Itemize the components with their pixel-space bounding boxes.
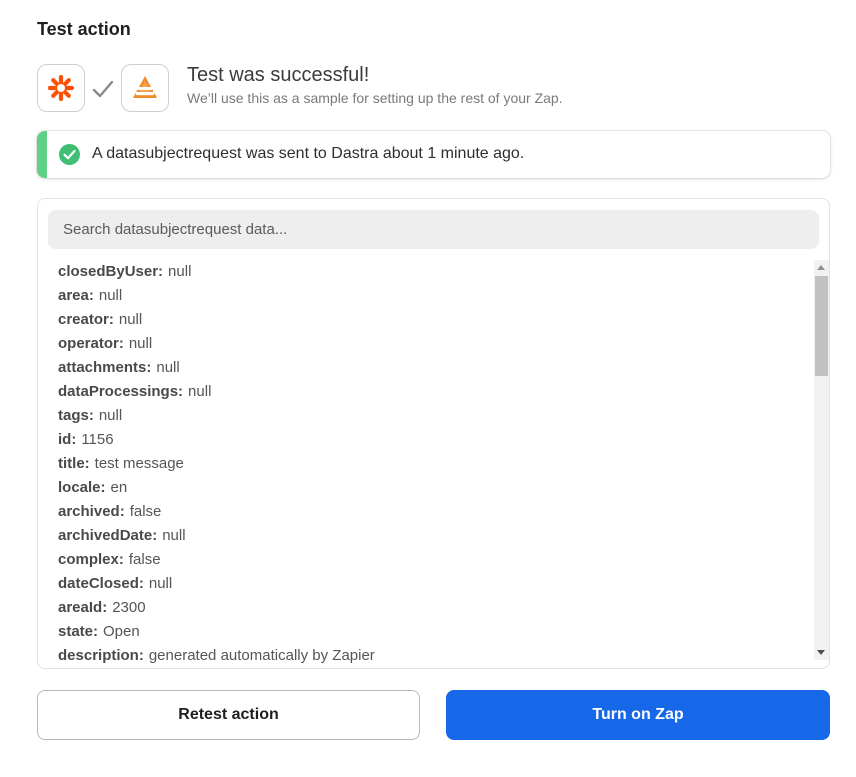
field-value: Open xyxy=(103,623,140,640)
sample-data-panel: closedByUser:nullarea:nullcreator:nullop… xyxy=(37,198,830,669)
field-value: 1156 xyxy=(81,431,114,448)
data-field-row: title: test message xyxy=(58,452,808,476)
check-circle-icon xyxy=(59,144,80,165)
scroll-up-arrow-icon[interactable] xyxy=(817,265,825,270)
scrollbar[interactable] xyxy=(814,260,829,660)
data-field-row: archivedDate: null xyxy=(58,524,808,548)
success-alert: A datasubjectrequest was sent to Dastra … xyxy=(37,131,830,178)
success-title: Test was successful! xyxy=(187,64,370,86)
scroll-down-arrow-icon[interactable] xyxy=(817,650,825,655)
trigger-app-icon xyxy=(37,64,85,112)
field-value: null xyxy=(98,407,123,424)
data-field-row: description: generated automatically by Z… xyxy=(58,644,808,664)
data-field-row: locale: en xyxy=(58,476,808,500)
data-field-row: tags: null xyxy=(58,404,808,428)
action-app-icon xyxy=(121,64,169,112)
data-field-row: closedByUser: null xyxy=(58,260,808,284)
data-field-row: dateClosed: null xyxy=(58,572,808,596)
field-key: locale: xyxy=(58,479,106,496)
field-value: null xyxy=(156,359,180,376)
field-value: false xyxy=(129,503,162,520)
turn-on-zap-button[interactable]: Turn on Zap xyxy=(446,690,830,740)
field-value: null xyxy=(162,527,186,544)
field-key: tags: xyxy=(58,407,94,424)
field-key: area: xyxy=(58,287,94,304)
field-key: archived: xyxy=(58,503,125,520)
data-field-row: creator: null xyxy=(58,308,808,332)
data-field-list[interactable]: closedByUser: null area: null creator: null op… xyxy=(58,260,808,664)
field-key: complex: xyxy=(58,551,124,568)
field-value: null xyxy=(188,383,212,400)
field-value: null xyxy=(168,263,192,280)
alert-accent-bar xyxy=(37,131,47,178)
field-key: operator: xyxy=(58,335,124,352)
data-field-row: operator: null xyxy=(58,332,808,356)
field-key: attachments: xyxy=(58,359,152,376)
field-key: areaId: xyxy=(58,599,108,616)
field-value: 2300 xyxy=(112,599,146,616)
scroll-thumb[interactable] xyxy=(815,276,828,376)
data-field-row: dataProcessings: null xyxy=(58,380,808,404)
success-subtitle: We’ll use this as a sample for setting u… xyxy=(187,90,563,106)
data-field-row: archived: false xyxy=(58,500,808,524)
field-value: null xyxy=(128,335,153,352)
field-key: state: xyxy=(58,623,99,640)
field-value: null xyxy=(148,575,173,592)
data-field-row: areaId: 2300 xyxy=(58,596,808,620)
field-key: archivedDate: xyxy=(58,527,158,544)
field-key: description: xyxy=(58,647,144,664)
field-value: null xyxy=(118,311,143,328)
data-field-row: state: Open xyxy=(58,620,808,644)
field-value: generated automatically by Zapier xyxy=(148,647,375,664)
field-key: dateClosed: xyxy=(58,575,144,592)
dastra-icon xyxy=(133,76,157,98)
checkmark-icon xyxy=(92,80,114,98)
data-field-row: complex: false xyxy=(58,548,808,572)
field-key: closedByUser: xyxy=(58,263,164,280)
field-key: title: xyxy=(58,455,90,472)
field-value: null xyxy=(98,287,123,304)
retest-action-button[interactable]: Retest action xyxy=(37,690,420,740)
field-key: id: xyxy=(58,431,77,448)
field-key: dataProcessings: xyxy=(58,383,184,400)
zapier-asterisk-icon xyxy=(47,74,75,102)
search-input[interactable] xyxy=(48,210,819,249)
data-field-row: attachments: null xyxy=(58,356,808,380)
alert-text: A datasubjectrequest was sent to Dastra … xyxy=(92,145,525,162)
field-value: en xyxy=(110,479,128,496)
field-value: test message xyxy=(94,455,184,472)
field-value: false xyxy=(128,551,161,568)
data-field-row: area: null xyxy=(58,284,808,308)
section-title: Test action xyxy=(37,19,131,39)
data-field-row: id: 1156 xyxy=(58,428,808,452)
field-key: creator: xyxy=(58,311,114,328)
